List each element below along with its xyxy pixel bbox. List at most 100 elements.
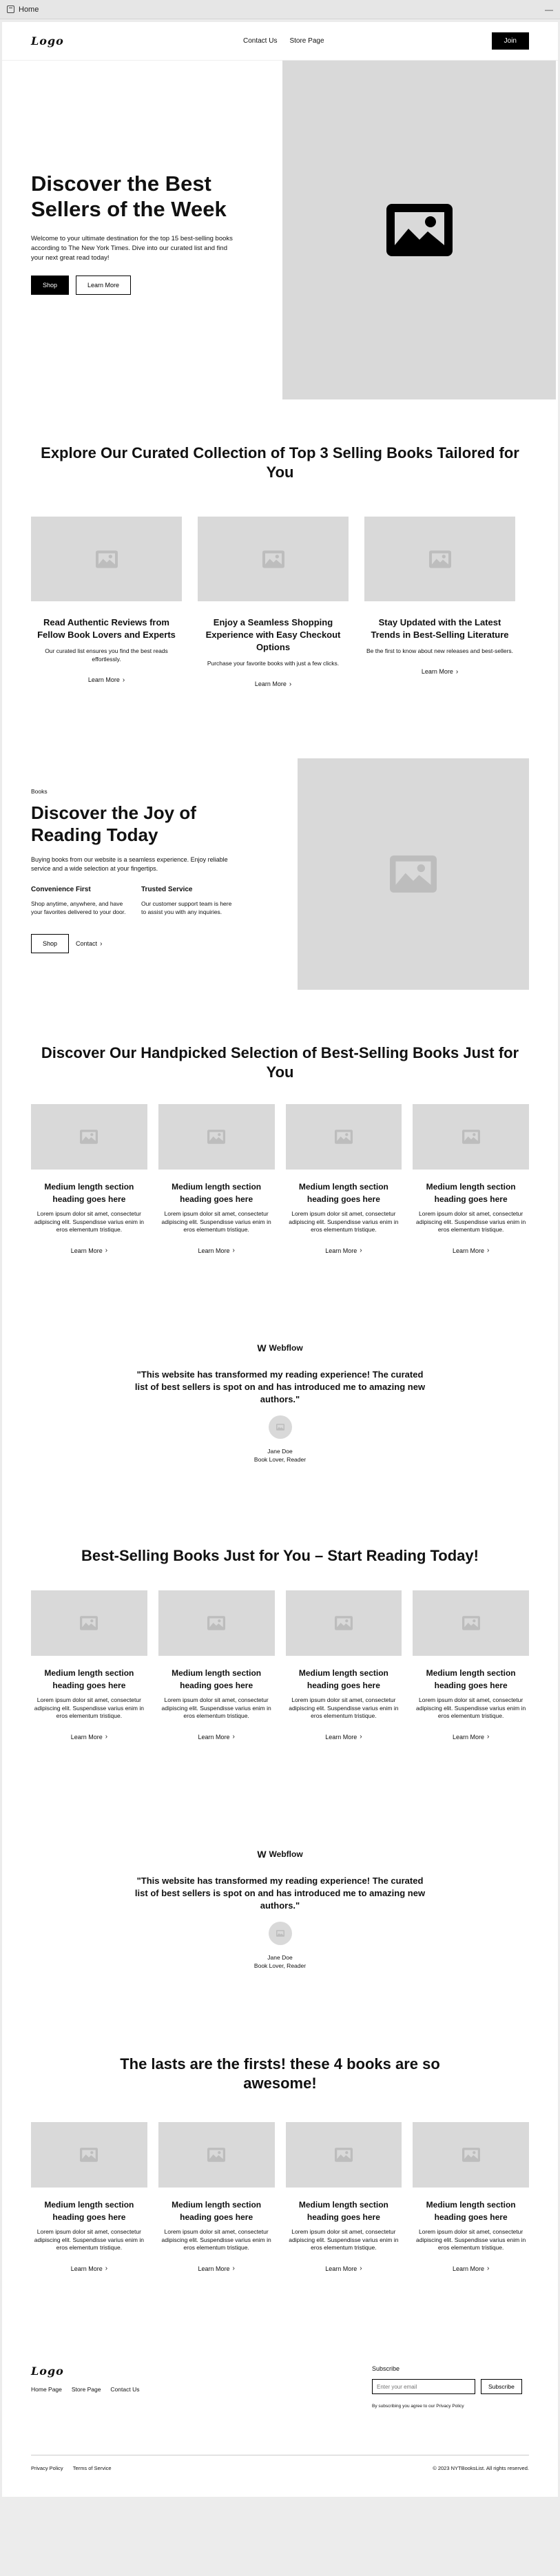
link-label: Learn More bbox=[452, 1247, 484, 1254]
book-title: Medium length section heading goes here bbox=[298, 2200, 388, 2222]
learn-more-link[interactable]: Learn More › bbox=[71, 2265, 107, 2272]
image-icon bbox=[95, 550, 118, 568]
book-card: Medium length section heading goes here L… bbox=[285, 1104, 402, 1256]
chevron-right-icon: › bbox=[486, 2265, 490, 2272]
image-icon bbox=[334, 2148, 353, 2162]
learn-more-button[interactable]: Learn More bbox=[76, 276, 132, 295]
chevron-right-icon: › bbox=[360, 2265, 362, 2272]
learn-more-link[interactable]: Learn More › bbox=[453, 1247, 489, 1254]
feature-title: Enjoy a Seamless Shopping Experience wit… bbox=[205, 617, 341, 652]
subscribe-button[interactable]: Subscribe bbox=[481, 2379, 522, 2394]
image-icon bbox=[207, 1130, 226, 1144]
testimonial-section: W Webflow "This website has transformed m… bbox=[2, 1284, 558, 1508]
feature-image-placeholder bbox=[364, 517, 515, 601]
privacy-policy-link[interactable]: Privacy Policy bbox=[31, 2465, 63, 2471]
join-button[interactable]: Join bbox=[491, 32, 529, 50]
chevron-right-icon: › bbox=[289, 680, 292, 688]
link-label: Learn More bbox=[70, 1247, 103, 1254]
reading-joy-title: Discover the Joy of Reading Today bbox=[31, 802, 196, 845]
handpicked-books-title: Discover Our Handpicked Selection of Bes… bbox=[41, 1044, 519, 1081]
book-image-placeholder bbox=[158, 1590, 275, 1656]
learn-more-link[interactable]: Learn More › bbox=[71, 1247, 107, 1254]
learn-more-link[interactable]: Learn More › bbox=[71, 1733, 107, 1741]
link-label: Learn More bbox=[325, 2265, 357, 2272]
book-title: Medium length section heading goes here bbox=[44, 1668, 134, 1690]
book-text: Lorem ipsum dolor sit amet, consectetur … bbox=[161, 1210, 271, 1233]
contact-link[interactable]: Contact › bbox=[76, 940, 102, 948]
learn-more-link[interactable]: Learn More › bbox=[88, 676, 125, 684]
awesome-books-section: The lasts are the firsts! these 4 books … bbox=[2, 2016, 558, 2334]
link-label: Learn More bbox=[198, 2265, 230, 2272]
chevron-right-icon: › bbox=[122, 676, 125, 684]
footer-link-contact-us[interactable]: Contact Us bbox=[110, 2386, 139, 2393]
image-icon bbox=[80, 1616, 98, 1630]
book-image-placeholder bbox=[413, 1590, 529, 1656]
testimonial-section: W Webflow "This website has transformed m… bbox=[2, 1813, 558, 2016]
learn-more-link[interactable]: Learn More › bbox=[198, 1247, 234, 1254]
chevron-right-icon: › bbox=[232, 1247, 235, 1254]
link-label: Contact bbox=[76, 940, 98, 947]
footer-link-home-page[interactable]: Home Page bbox=[31, 2386, 62, 2393]
reading-joy-image-placeholder bbox=[298, 758, 529, 990]
webflow-logo: W Webflow bbox=[2, 1342, 558, 1353]
page: Logo Contact Us Store Page Join Discover… bbox=[2, 22, 558, 2497]
chevron-right-icon: › bbox=[486, 1733, 490, 1741]
image-icon bbox=[462, 1616, 480, 1630]
learn-more-link[interactable]: Learn More › bbox=[198, 1733, 234, 1741]
learn-more-link[interactable]: Learn More › bbox=[453, 2265, 489, 2272]
hero-image-placeholder bbox=[282, 61, 556, 399]
testimonial-quote: "This website has transformed my reading… bbox=[134, 1876, 426, 1911]
footer-link-store-page[interactable]: Store Page bbox=[72, 2386, 101, 2393]
learn-more-link[interactable]: Learn More › bbox=[325, 1733, 362, 1741]
nav-link-contact-us[interactable]: Contact Us bbox=[243, 37, 277, 45]
learn-more-link[interactable]: Learn More › bbox=[325, 1247, 362, 1254]
book-title: Medium length section heading goes here bbox=[172, 2200, 262, 2222]
book-image-placeholder bbox=[413, 2122, 529, 2188]
book-image-placeholder bbox=[285, 2122, 402, 2188]
link-label: Learn More bbox=[325, 1247, 357, 1254]
terms-of-service-link[interactable]: Terms of Service bbox=[73, 2465, 112, 2471]
handpicked-books-section: Discover Our Handpicked Selection of Bes… bbox=[2, 1002, 558, 1284]
chevron-right-icon: › bbox=[105, 1247, 108, 1254]
book-grid: Medium length section heading goes here L… bbox=[31, 1590, 529, 1743]
awesome-books-title: The lasts are the firsts! these 4 books … bbox=[120, 2055, 440, 2092]
email-input[interactable] bbox=[372, 2379, 475, 2394]
book-card: Medium length section heading goes here L… bbox=[285, 2122, 402, 2274]
reading-joy-buttons: Shop Contact › bbox=[31, 934, 258, 953]
book-text: Lorem ipsum dolor sit amet, consectetur … bbox=[416, 1210, 526, 1233]
link-label: Learn More bbox=[70, 1733, 103, 1741]
testimonial-name: Jane Doe bbox=[267, 1954, 293, 1961]
feature-title: Stay Updated with the Latest Trends in B… bbox=[371, 617, 509, 640]
image-icon bbox=[462, 2148, 480, 2162]
book-grid: Medium length section heading goes here L… bbox=[31, 2122, 529, 2274]
book-card: Medium length section heading goes here L… bbox=[158, 1590, 275, 1743]
image-icon bbox=[276, 1424, 284, 1431]
book-text: Lorem ipsum dolor sit amet, consectetur … bbox=[416, 1696, 526, 1719]
link-label: Learn More bbox=[421, 668, 453, 675]
privacy-consent-text: By subscribing you agree to our Privacy … bbox=[372, 2404, 464, 2409]
logo[interactable]: Logo bbox=[31, 34, 64, 48]
nav-link-store-page[interactable]: Store Page bbox=[289, 37, 324, 45]
book-title: Medium length section heading goes here bbox=[172, 1182, 262, 1204]
learn-more-link[interactable]: Learn More › bbox=[198, 2265, 234, 2272]
minimize-icon[interactable]: — bbox=[545, 5, 553, 14]
book-text: Lorem ipsum dolor sit amet, consectetur … bbox=[34, 2228, 144, 2251]
learn-more-link[interactable]: Learn More › bbox=[325, 2265, 362, 2272]
feature-title: Read Authentic Reviews from Fellow Book … bbox=[37, 617, 176, 640]
shop-button[interactable]: Shop bbox=[31, 934, 70, 953]
benefit-list: Convenience First Shop anytime, anywhere… bbox=[31, 886, 258, 916]
tab-title[interactable]: Home bbox=[19, 6, 545, 14]
book-card: Medium length section heading goes here L… bbox=[413, 1590, 529, 1743]
chevron-right-icon: › bbox=[105, 2265, 108, 2272]
book-text: Lorem ipsum dolor sit amet, consectetur … bbox=[289, 1696, 399, 1719]
learn-more-link[interactable]: Learn More › bbox=[453, 1733, 489, 1741]
learn-more-link[interactable]: Learn More › bbox=[422, 668, 458, 676]
webflow-w-icon: W bbox=[257, 1342, 267, 1353]
book-card: Medium length section heading goes here L… bbox=[413, 1104, 529, 1256]
best-selling-books-title: Best-Selling Books Just for You – Start … bbox=[81, 1547, 479, 1564]
shop-button[interactable]: Shop bbox=[31, 276, 70, 295]
link-label: Learn More bbox=[198, 1733, 230, 1741]
learn-more-link[interactable]: Learn More › bbox=[255, 681, 291, 688]
nav-links: Contact Us Store Page bbox=[243, 37, 324, 45]
book-card: Medium length section heading goes here L… bbox=[158, 2122, 275, 2274]
